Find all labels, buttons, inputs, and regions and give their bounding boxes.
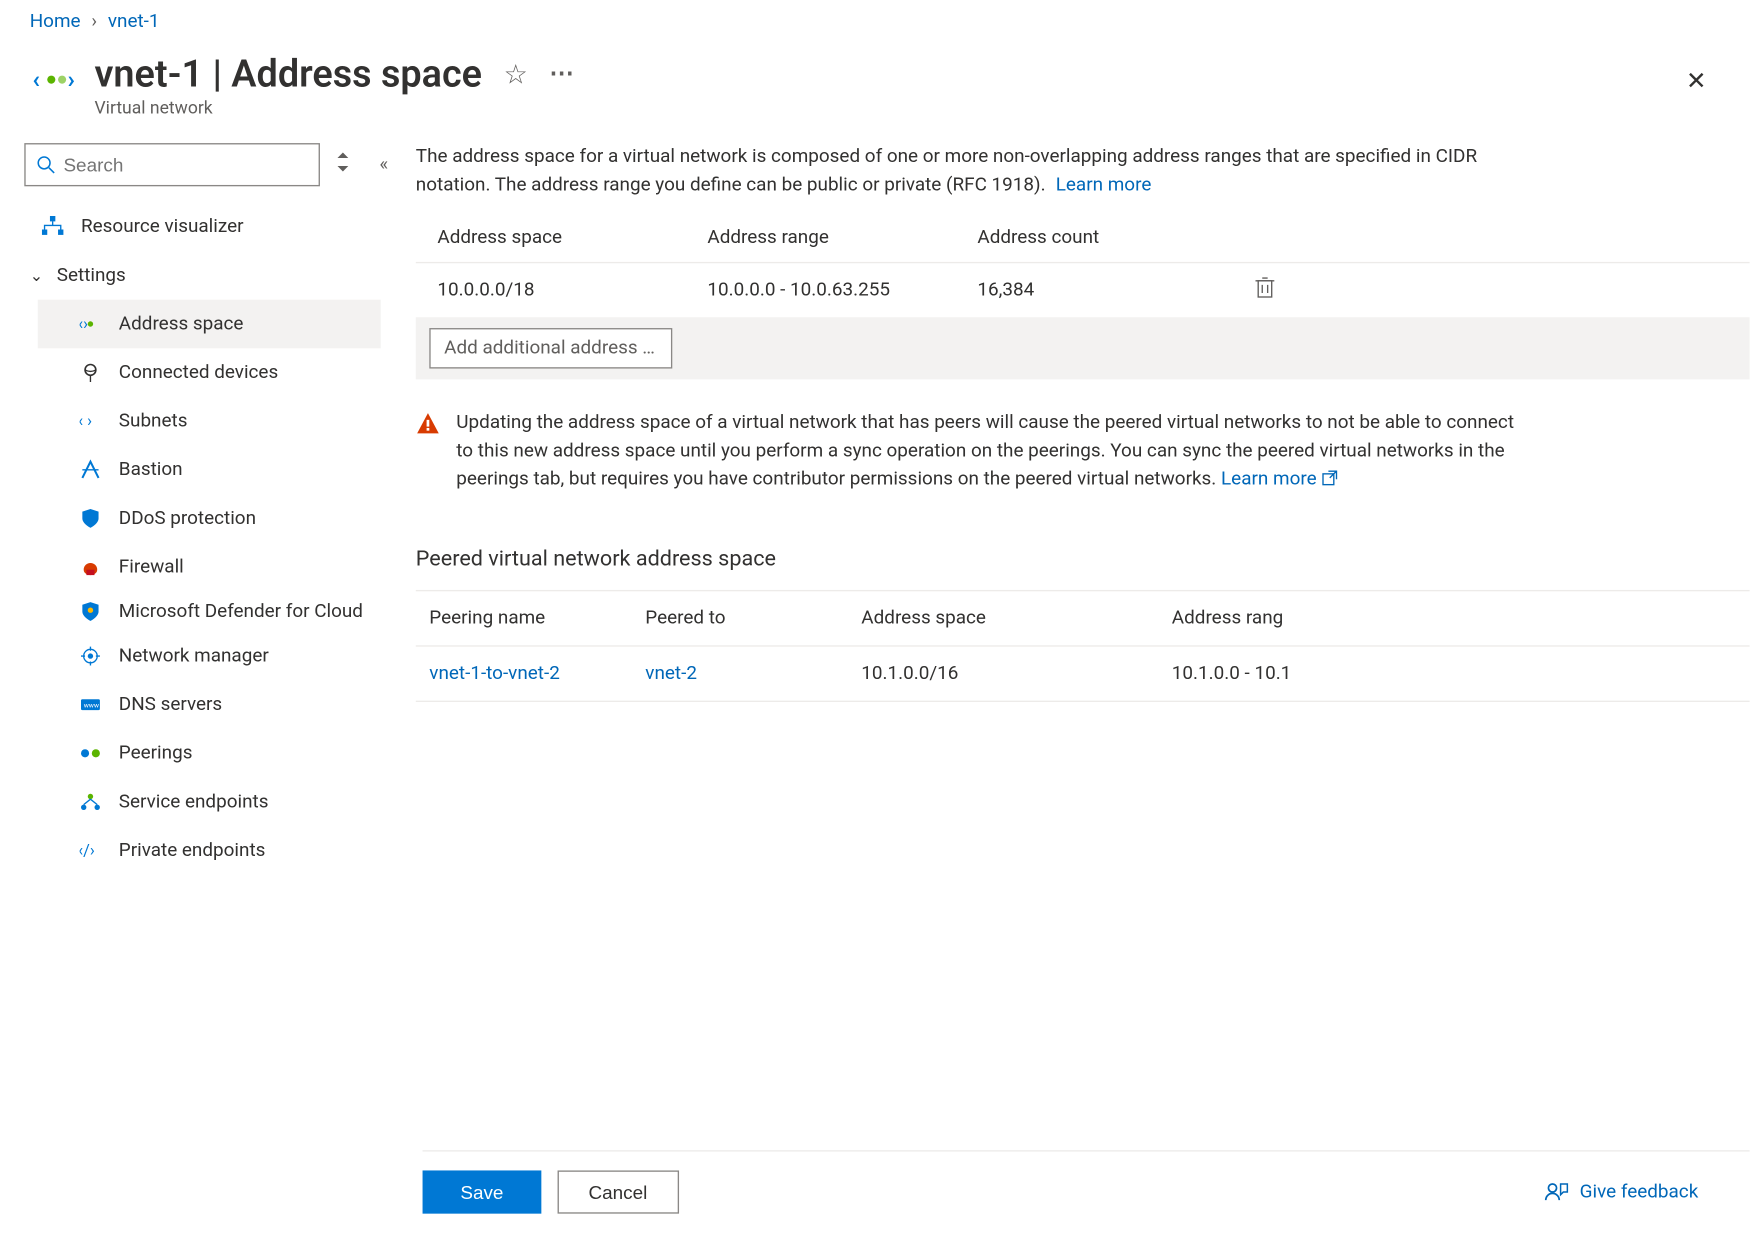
shield-icon <box>78 506 102 530</box>
main-panel: The address space for a virtual network … <box>381 143 1750 875</box>
nav-bastion[interactable]: Bastion <box>62 446 381 495</box>
nav-address-space[interactable]: ‹› Address space <box>38 300 381 349</box>
sidebar: « Resource visualizer ⌄ Settings ‹› Addr… <box>0 143 381 875</box>
svg-text:›: › <box>68 65 75 94</box>
svg-text:www: www <box>84 702 99 710</box>
nav-label: Peerings <box>119 743 193 765</box>
resource-type-label: Virtual network <box>95 99 1673 119</box>
firewall-icon <box>78 555 102 579</box>
peered-to-link[interactable]: vnet-2 <box>645 663 697 685</box>
dns-icon: www <box>78 693 102 717</box>
more-icon[interactable]: ⋯ <box>549 59 576 87</box>
save-button[interactable]: Save <box>423 1170 542 1213</box>
cell-peer-address-range: 10.1.0.0 - 10.1 <box>1172 663 1334 685</box>
nav-label: Subnets <box>119 410 188 432</box>
peered-section-title: Peered virtual network address space <box>416 545 1750 571</box>
nav-firewall[interactable]: Firewall <box>62 543 381 592</box>
address-space-icon: ‹› <box>78 312 102 336</box>
network-manager-icon <box>78 644 102 668</box>
breadcrumb-current[interactable]: vnet-1 <box>108 11 160 33</box>
nav-private-endpoints[interactable]: ‹/› Private endpoints <box>62 826 381 875</box>
address-space-table: Address space Address range Address coun… <box>416 213 1750 379</box>
page-header: ‹ › vnet-1 | Address space ☆ ⋯ Virtual n… <box>0 46 1750 143</box>
feedback-icon <box>1545 1181 1569 1203</box>
nav-label: DDoS protection <box>119 508 256 530</box>
footer-bar: Save Cancel Give feedback <box>423 1150 1750 1232</box>
col-peer-address-range: Address rang <box>1172 608 1334 630</box>
expand-collapse-icon[interactable] <box>333 153 352 177</box>
defender-icon <box>78 600 102 624</box>
nav-label: Bastion <box>119 459 183 481</box>
nav-service-endpoints[interactable]: Service endpoints <box>62 778 381 827</box>
svg-text:‹: ‹ <box>32 65 40 94</box>
service-endpoints-icon <box>78 790 102 814</box>
search-input[interactable] <box>63 154 307 176</box>
peer-row: vnet-1-to-vnet-2 vnet-2 10.1.0.0/16 10.1… <box>416 645 1750 702</box>
search-icon <box>36 155 55 174</box>
favorite-icon[interactable]: ☆ <box>504 57 528 89</box>
nav-label: Firewall <box>119 556 184 578</box>
col-peering-name: Peering name <box>429 608 645 630</box>
nav-label: Service endpoints <box>119 791 269 813</box>
nav-label: Private endpoints <box>119 840 266 862</box>
svg-text:‹ ›: ‹ › <box>80 413 93 429</box>
address-row: 10.0.0.0/18 10.0.0.0 - 10.0.63.255 16,38… <box>416 263 1750 317</box>
close-icon[interactable]: ✕ <box>1673 59 1720 104</box>
peerings-icon <box>78 741 102 765</box>
cancel-button[interactable]: Cancel <box>557 1170 678 1213</box>
peered-table: Peering name Peered to Address space Add… <box>416 590 1750 702</box>
breadcrumb-separator: › <box>91 11 97 33</box>
col-peer-address-space: Address space <box>861 608 1172 630</box>
bastion-icon <box>78 458 102 482</box>
cell-address-range: 10.0.0.0 - 10.0.63.255 <box>707 279 977 301</box>
nav-label: Network manager <box>119 646 269 668</box>
nav-subnets[interactable]: ‹ › Subnets <box>62 397 381 446</box>
nav-connected-devices[interactable]: Connected devices <box>62 348 381 397</box>
resource-visualizer-icon <box>41 215 65 239</box>
svg-text:‹/›: ‹/› <box>80 843 95 859</box>
description-text: The address space for a virtual network … <box>416 143 1523 200</box>
private-endpoints-icon: ‹/› <box>78 839 102 863</box>
subnets-icon: ‹ › <box>78 409 102 433</box>
col-peered-to: Peered to <box>645 608 861 630</box>
delete-row-icon[interactable] <box>1247 277 1288 304</box>
nav-dns-servers[interactable]: www DNS servers <box>62 681 381 730</box>
col-address-space: Address space <box>437 227 707 249</box>
give-feedback-link[interactable]: Give feedback <box>1545 1181 1699 1203</box>
vnet-icon: ‹ › <box>30 59 81 100</box>
breadcrumb: Home › vnet-1 <box>0 0 1750 46</box>
page-title: vnet-1 | Address space <box>95 51 483 96</box>
breadcrumb-home[interactable]: Home <box>30 11 81 33</box>
cell-address-space: 10.0.0.0/18 <box>437 279 707 301</box>
warning-learn-more-link[interactable]: Learn more <box>1221 468 1338 490</box>
chevron-down-icon: ⌄ <box>30 266 44 285</box>
col-address-range: Address range <box>707 227 977 249</box>
search-box[interactable] <box>24 143 320 186</box>
connected-devices-icon <box>78 360 102 384</box>
nav-group-label: Settings <box>57 265 126 287</box>
svg-text:‹›: ‹› <box>80 316 89 332</box>
peering-name-link[interactable]: vnet-1-to-vnet-2 <box>429 663 560 685</box>
col-address-count: Address count <box>977 227 1247 249</box>
warning-icon <box>416 412 440 494</box>
cell-peer-address-space: 10.1.0.0/16 <box>861 663 1172 685</box>
nav-label: Connected devices <box>119 362 278 384</box>
cell-address-count: 16,384 <box>977 279 1247 301</box>
warning-text: Updating the address space of a virtual … <box>456 412 1514 490</box>
nav-label: Microsoft Defender for Cloud <box>119 599 363 624</box>
add-address-range-input[interactable]: Add additional address r… <box>429 328 672 369</box>
learn-more-link[interactable]: Learn more <box>1056 174 1152 196</box>
nav-ddos[interactable]: DDoS protection <box>62 494 381 543</box>
nav-resource-visualizer[interactable]: Resource visualizer <box>24 203 380 252</box>
warning-banner: Updating the address space of a virtual … <box>416 409 1523 494</box>
nav-label: Address space <box>119 313 244 335</box>
nav-label: DNS servers <box>119 694 222 716</box>
nav-label: Resource visualizer <box>81 216 244 238</box>
nav-defender[interactable]: Microsoft Defender for Cloud <box>62 591 381 632</box>
nav-network-manager[interactable]: Network manager <box>62 632 381 681</box>
nav-peerings[interactable]: Peerings <box>62 729 381 778</box>
nav-settings-group[interactable]: ⌄ Settings <box>24 251 380 300</box>
